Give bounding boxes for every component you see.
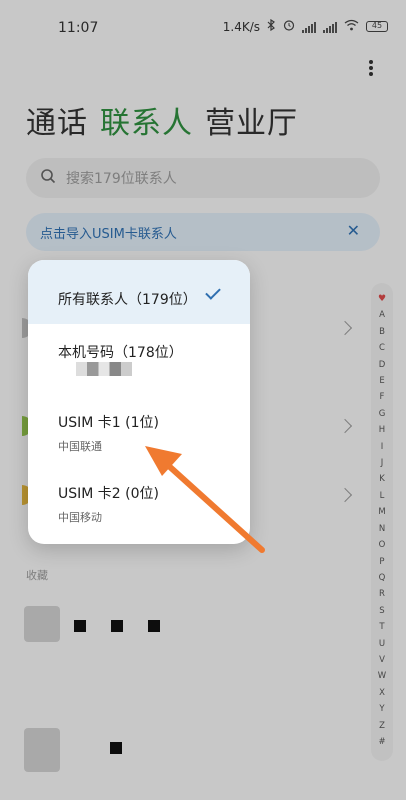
filter-item-title: 所有联系人（179位） [58,292,197,308]
filter-item-title: 本机号码（178位） [58,345,183,361]
redacted-block [76,362,132,376]
filter-item-all-contacts[interactable]: 所有联系人（179位） [28,260,250,324]
filter-item-usim2[interactable]: USIM 卡2 (0位) 中国移动 [28,470,250,544]
filter-item-title: USIM 卡2 (0位) [58,486,159,502]
contact-filter-popup: 所有联系人（179位） 本机号码（178位） USIM 卡1 (1位) 中国联通… [28,260,250,544]
filter-item-title: USIM 卡1 (1位) [58,415,159,431]
filter-item-carrier: 中国移动 [58,511,102,524]
filter-item-device[interactable]: 本机号码（178位） [28,324,250,400]
filter-item-usim1[interactable]: USIM 卡1 (1位) 中国联通 [28,400,250,470]
filter-item-carrier: 中国联通 [58,440,102,453]
